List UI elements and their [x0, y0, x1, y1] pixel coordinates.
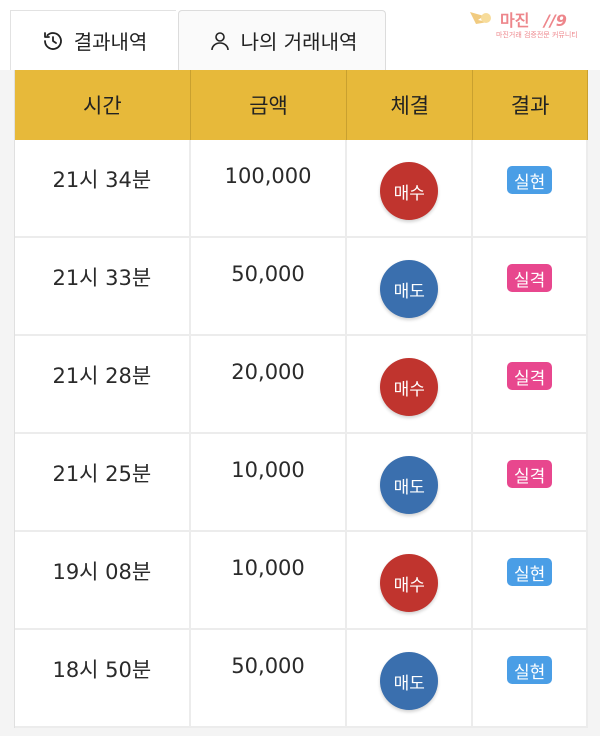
amount-text: 10,000	[231, 458, 305, 482]
cell-result: 실격	[473, 336, 588, 432]
cell-amount: 50,000	[191, 630, 348, 726]
table-header: 시간 금액 체결 결과	[15, 70, 588, 140]
time-text: 18시 50분	[52, 658, 152, 682]
svg-text:마진: 마진	[500, 11, 529, 30]
amount-text: 20,000	[231, 360, 305, 384]
table-body: 21시 34분 100,000 매수 실현 21시 33분 50,000 매도 실격 21시 2…	[15, 140, 588, 728]
cell-amount: 100,000	[191, 140, 348, 236]
amount-text: 10,000	[231, 556, 305, 580]
cell-result: 실현	[473, 140, 588, 236]
cell-time: 21시 34분	[15, 140, 191, 236]
cell-trade: 매수	[347, 140, 474, 236]
buy-badge: 매수	[380, 162, 439, 220]
watermark-logo: 마진 //9 마진거래 검증전문 커뮤니티	[466, 6, 592, 40]
cell-time: 18시 50분	[15, 630, 191, 726]
cell-result: 실격	[473, 238, 588, 334]
time-text: 21시 25분	[52, 462, 152, 486]
cell-time: 21시 25분	[15, 434, 191, 530]
amount-text: 50,000	[231, 262, 305, 286]
amount-text: 100,000	[224, 164, 312, 188]
header-time: 시간	[15, 70, 191, 140]
cell-amount: 50,000	[191, 238, 348, 334]
cell-amount: 20,000	[191, 336, 348, 432]
table-row: 18시 50분 50,000 매도 실현	[15, 630, 588, 728]
svg-text:마진거래 검증전문 커뮤니티: 마진거래 검증전문 커뮤니티	[496, 30, 578, 39]
tab-results[interactable]: 결과내역	[10, 10, 176, 70]
realized-badge: 실현	[506, 558, 553, 586]
cell-trade: 매도	[347, 238, 474, 334]
table-row: 21시 28분 20,000 매수 실격	[15, 336, 588, 434]
tab-my-trades-label: 나의 거래내역	[240, 30, 358, 54]
page: 결과내역 나의 거래내역 마진 //9 마진거래 검증전문 커뮤니티 시간 금액…	[0, 0, 600, 736]
header-result: 결과	[473, 70, 588, 140]
realized-badge: 실현	[506, 656, 553, 684]
tab-results-label: 결과내역	[73, 30, 148, 54]
cell-time: 21시 28분	[15, 336, 191, 432]
time-text: 21시 28분	[52, 364, 152, 388]
header-trade: 체결	[347, 70, 474, 140]
table-row: 21시 34분 100,000 매수 실현	[15, 140, 588, 238]
cell-result: 실격	[473, 434, 588, 530]
realized-badge: 실현	[506, 166, 553, 194]
disqualified-badge: 실격	[506, 460, 553, 488]
cell-trade: 매수	[347, 336, 474, 432]
disqualified-badge: 실격	[506, 264, 553, 292]
sell-badge: 매도	[380, 652, 439, 710]
amount-text: 50,000	[231, 654, 305, 678]
trade-history-table: 시간 금액 체결 결과 21시 34분 100,000 매수 실현 21시 33분 50,…	[14, 70, 588, 728]
cell-amount: 10,000	[191, 434, 348, 530]
cell-time: 21시 33분	[15, 238, 191, 334]
sell-badge: 매도	[380, 260, 439, 318]
time-text: 19시 08분	[52, 560, 152, 584]
cell-trade: 매수	[347, 532, 474, 628]
table-row: 21시 33분 50,000 매도 실격	[15, 238, 588, 336]
cell-amount: 10,000	[191, 532, 348, 628]
disqualified-badge: 실격	[506, 362, 553, 390]
tab-bar: 결과내역 나의 거래내역 마진 //9 마진거래 검증전문 커뮤니티	[0, 0, 600, 70]
header-amount: 금액	[191, 70, 348, 140]
svg-text://9: //9	[542, 11, 567, 30]
table-row: 19시 08분 10,000 매수 실현	[15, 532, 588, 630]
time-text: 21시 34분	[52, 168, 152, 192]
cell-result: 실현	[473, 532, 588, 628]
tab-my-trades[interactable]: 나의 거래내역	[178, 10, 386, 70]
history-icon	[40, 28, 66, 54]
cell-time: 19시 08분	[15, 532, 191, 628]
sell-badge: 매도	[380, 456, 439, 514]
cell-result: 실현	[473, 630, 588, 726]
cell-trade: 매도	[347, 434, 474, 530]
buy-badge: 매수	[380, 358, 439, 416]
cell-trade: 매도	[347, 630, 474, 726]
table-row: 21시 25분 10,000 매도 실격	[15, 434, 588, 532]
person-icon	[207, 28, 233, 54]
buy-badge: 매수	[380, 554, 439, 612]
time-text: 21시 33분	[52, 266, 152, 290]
